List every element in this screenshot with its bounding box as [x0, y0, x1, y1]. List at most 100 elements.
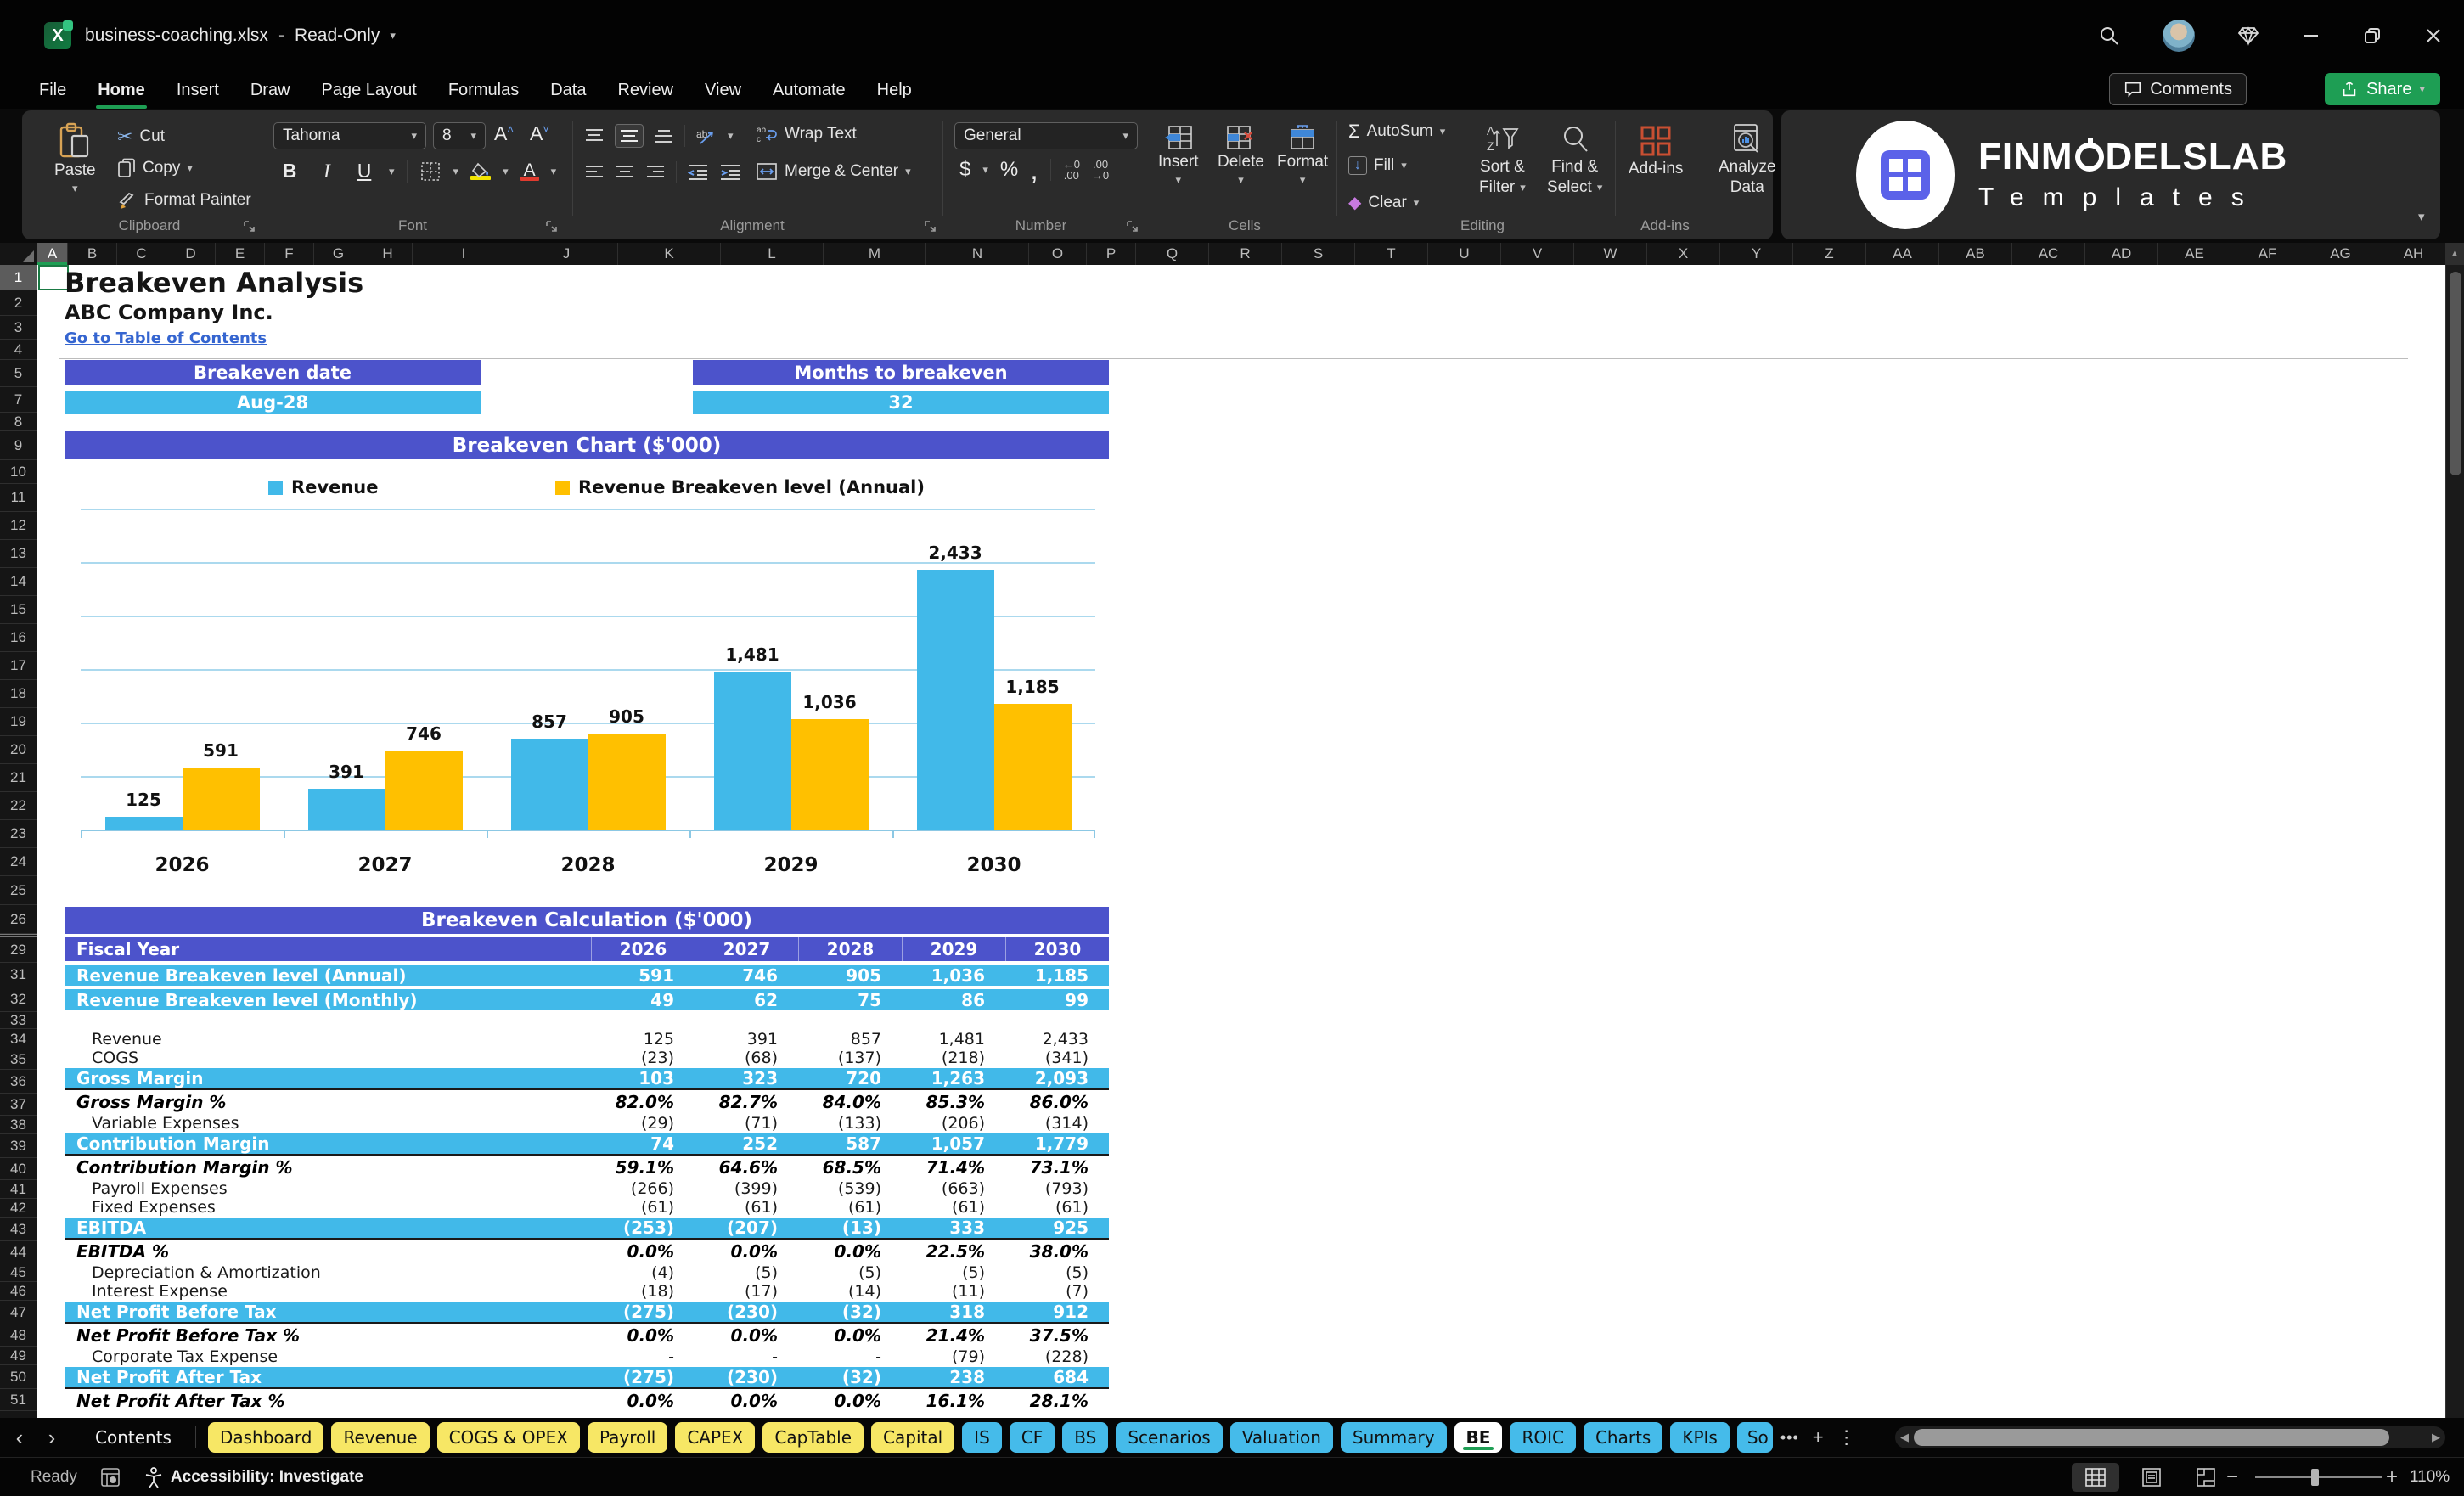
column-header-AF[interactable]: AF [2231, 243, 2304, 265]
sheet-tab-revenue[interactable]: Revenue [331, 1422, 430, 1453]
row-header-24[interactable]: 24 [0, 848, 37, 876]
column-header-L[interactable]: L [721, 243, 824, 265]
row-header-38[interactable]: 38 [0, 1116, 37, 1134]
paste-button[interactable]: Paste ▾ [54, 122, 96, 195]
title-chevron-icon[interactable]: ▾ [390, 29, 396, 42]
column-header-Q[interactable]: Q [1136, 243, 1209, 265]
horizontal-scrollbar[interactable]: ◀ ▶ [1895, 1426, 2445, 1448]
bar-revenue-2027[interactable] [307, 789, 385, 830]
column-header-AC[interactable]: AC [2012, 243, 2085, 265]
page-layout-view-button[interactable] [2128, 1463, 2175, 1492]
row-header-18[interactable]: 18 [0, 680, 37, 708]
scroll-left-arrow-icon[interactable]: ◀ [1900, 1431, 1909, 1444]
search-button[interactable] [2090, 15, 2128, 56]
align-center-icon[interactable] [615, 163, 635, 182]
row-header-5[interactable]: 5 [0, 360, 37, 387]
number-format-select[interactable]: General ▾ [954, 122, 1138, 149]
row-header-16[interactable]: 16 [0, 624, 37, 652]
bar-breakeven-2026[interactable] [182, 768, 260, 830]
sheet-tab-so[interactable]: So [1736, 1422, 1773, 1453]
row-header-44[interactable]: 44 [0, 1241, 37, 1263]
row-header-2[interactable]: 2 [0, 290, 37, 316]
bold-button[interactable]: B [277, 160, 302, 183]
row-header-45[interactable]: 45 [0, 1263, 37, 1282]
bar-breakeven-2028[interactable] [588, 734, 666, 830]
more-sheets-button[interactable]: ••• [1780, 1429, 1799, 1447]
bar-revenue-2030[interactable] [916, 570, 994, 830]
align-top-icon[interactable] [584, 127, 605, 145]
sheet-tab-is[interactable]: IS [962, 1422, 1002, 1453]
ribbon-tab-review[interactable]: Review [616, 76, 675, 105]
ribbon-tab-file[interactable]: File [37, 76, 68, 105]
column-header-A[interactable]: A [37, 243, 68, 265]
sheet-menu-button[interactable]: ⋮ [1837, 1426, 1856, 1448]
row-header-19[interactable]: 19 [0, 708, 37, 736]
fill-color-chevron-icon[interactable]: ▾ [503, 165, 509, 178]
row-header-50[interactable]: 50 [0, 1365, 37, 1389]
row-header-34[interactable]: 34 [0, 1029, 37, 1049]
sheet-tab-be[interactable]: BE [1454, 1422, 1503, 1453]
decrease-font-button[interactable]: A˅ [530, 122, 549, 145]
account-button[interactable] [2160, 15, 2197, 56]
ribbon-tab-data[interactable]: Data [548, 76, 588, 105]
zoom-level[interactable]: 110% [2410, 1458, 2450, 1496]
column-header-F[interactable]: F [265, 243, 314, 265]
row-header-11[interactable]: 11 [0, 484, 37, 512]
column-header-G[interactable]: G [314, 243, 363, 265]
comma-style-button[interactable]: , [1030, 155, 1038, 184]
align-left-icon[interactable] [584, 163, 605, 182]
column-header-M[interactable]: M [824, 243, 926, 265]
vertical-scrollbar[interactable] [2445, 265, 2464, 1418]
analyze-data-button[interactable]: Analyze Data [1719, 122, 1776, 197]
row-header-35[interactable]: 35 [0, 1049, 37, 1070]
ribbon-tab-home[interactable]: Home [96, 76, 147, 109]
column-header-V[interactable]: V [1501, 243, 1574, 265]
sheet-tab-contents[interactable]: Contents [83, 1422, 183, 1453]
column-header-AG[interactable]: AG [2304, 243, 2377, 265]
font-dialog-launcher-icon[interactable] [545, 220, 558, 233]
close-button[interactable] [2415, 15, 2452, 56]
scroll-right-arrow-icon[interactable]: ▶ [2432, 1431, 2440, 1444]
column-header-U[interactable]: U [1428, 243, 1501, 265]
worksheet-grid[interactable]: Breakeven Analysis ABC Company Inc. Go t… [0, 265, 2464, 1418]
row-header-8[interactable]: 8 [0, 413, 37, 431]
zoom-out-button[interactable]: − [2226, 1458, 2238, 1496]
sheet-tab-captable[interactable]: CapTable [762, 1422, 864, 1453]
italic-button[interactable]: I [314, 160, 340, 183]
align-middle-icon[interactable] [619, 127, 639, 145]
row-header-46[interactable]: 46 [0, 1282, 37, 1301]
currency-button[interactable]: $ [959, 158, 970, 182]
ribbon-tab-help[interactable]: Help [875, 76, 914, 105]
format-cells-button[interactable]: Format ▾ [1277, 124, 1328, 187]
clipboard-dialog-launcher-icon[interactable] [243, 220, 256, 233]
column-header-C[interactable]: C [117, 243, 166, 265]
find-select-button[interactable]: Find & Select ▾ [1547, 122, 1602, 197]
row-header-22[interactable]: 22 [0, 792, 37, 820]
minimize-button[interactable] [2292, 15, 2330, 56]
sort-filter-button[interactable]: AZ Sort & Filter ▾ [1479, 122, 1526, 197]
sheet-tab-valuation[interactable]: Valuation [1229, 1422, 1333, 1453]
accessibility-status[interactable]: Accessibility: Investigate [143, 1466, 363, 1488]
row-header-15[interactable]: 15 [0, 596, 37, 624]
row-header-36[interactable]: 36 [0, 1070, 37, 1094]
sheet-tab-cf[interactable]: CF [1009, 1422, 1055, 1453]
select-all-corner[interactable] [0, 243, 37, 265]
macro-record-icon[interactable] [99, 1466, 121, 1488]
ribbon-tab-draw[interactable]: Draw [249, 76, 292, 105]
row-header-20[interactable]: 20 [0, 736, 37, 764]
borders-icon[interactable] [419, 160, 442, 183]
column-header-H[interactable]: H [363, 243, 413, 265]
increase-decimal-button[interactable]: ←0.00 [1063, 159, 1080, 181]
sheet-tab-cogs-opex[interactable]: COGS & OPEX [436, 1422, 580, 1453]
clear-button[interactable]: ◆ Clear ▾ [1348, 192, 1419, 213]
table-of-contents-link[interactable]: Go to Table of Contents [65, 329, 267, 347]
column-header-K[interactable]: K [618, 243, 721, 265]
row-header-10[interactable]: 10 [0, 460, 37, 484]
row-header-25[interactable]: 25 [0, 876, 37, 905]
sheet-tab-kpis[interactable]: KPIs [1670, 1422, 1730, 1453]
row-header-41[interactable]: 41 [0, 1180, 37, 1199]
borders-chevron-icon[interactable]: ▾ [453, 165, 459, 178]
percent-button[interactable]: % [1000, 158, 1018, 182]
column-header-O[interactable]: O [1029, 243, 1087, 265]
orientation-icon[interactable]: ab [695, 126, 717, 146]
